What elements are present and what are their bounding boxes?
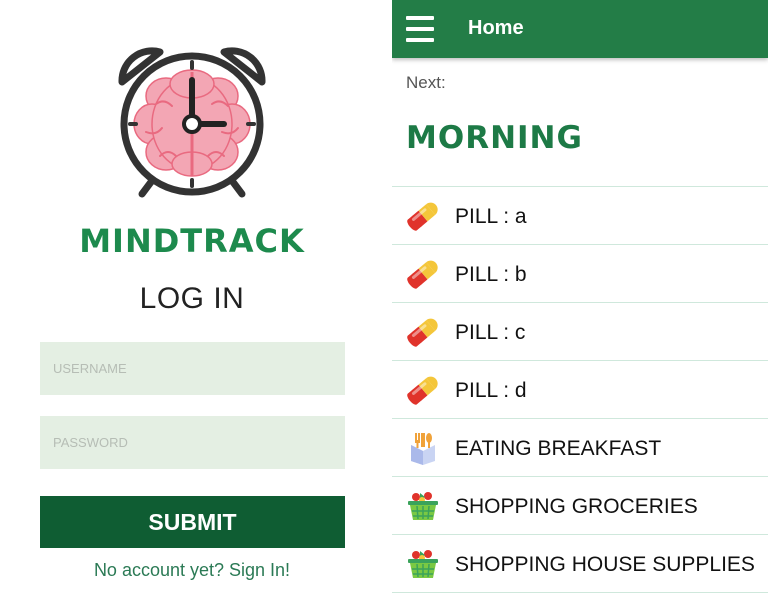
app-bar: Home	[392, 0, 768, 58]
pill-icon	[406, 315, 440, 349]
task-item[interactable]: EATING BREAKFAST	[392, 419, 768, 477]
home-screen: Home Next: MORNING PILL : a PILL : b PILL …	[392, 0, 768, 598]
task-item[interactable]: SHOPPING GROCERIES	[392, 477, 768, 535]
task-label: EATING BREAKFAST	[455, 437, 662, 460]
app-name: MINDTRACK	[79, 222, 305, 260]
pill-icon	[406, 199, 440, 233]
pill-icon	[406, 373, 440, 407]
password-input[interactable]	[40, 416, 345, 469]
task-list: PILL : a PILL : b PILL : c PILL : d EATING B…	[392, 186, 768, 593]
sign-in-link[interactable]: No account yet? Sign In!	[0, 560, 384, 581]
task-label: SHOPPING GROCERIES	[455, 495, 698, 518]
task-label: SHOPPING HOUSE SUPPLIES	[455, 553, 755, 576]
grocery-basket-icon	[406, 547, 440, 581]
username-input[interactable]	[40, 342, 345, 395]
next-label: Next:	[406, 73, 446, 92]
login-screen: MINDTRACK LOG IN SUBMIT No account yet? …	[0, 0, 384, 598]
task-item[interactable]: PILL : b	[392, 245, 768, 303]
pill-icon	[406, 257, 440, 291]
hamburger-menu-icon[interactable]	[406, 16, 434, 42]
app-logo	[118, 47, 266, 198]
task-label: PILL : b	[455, 263, 527, 286]
grocery-basket-icon	[406, 489, 440, 523]
task-item[interactable]: PILL : c	[392, 303, 768, 361]
task-item[interactable]: SHOPPING HOUSE SUPPLIES	[392, 535, 768, 593]
task-item[interactable]: PILL : a	[392, 187, 768, 245]
login-heading: LOG IN	[139, 282, 245, 315]
submit-button[interactable]: SUBMIT	[40, 496, 345, 548]
app-bar-title: Home	[468, 17, 524, 39]
task-label: PILL : c	[455, 321, 526, 344]
breakfast-icon	[406, 431, 440, 465]
brain-alarm-clock-icon	[108, 38, 276, 202]
task-item[interactable]: PILL : d	[392, 361, 768, 419]
task-label: PILL : a	[455, 205, 527, 228]
period-title: MORNING	[406, 120, 583, 156]
task-label: PILL : d	[455, 379, 527, 402]
